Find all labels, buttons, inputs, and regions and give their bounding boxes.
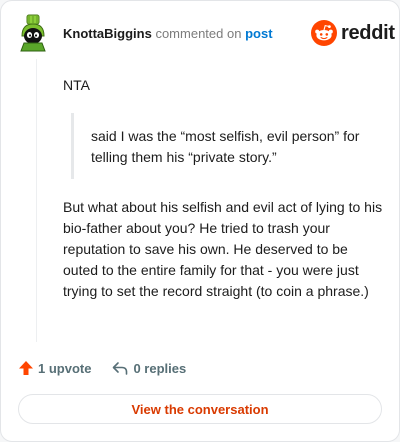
comment-body: But what about his selfish and evil act … bbox=[63, 199, 383, 299]
post-link[interactable]: post bbox=[245, 26, 272, 41]
replies-button[interactable]: 0 replies bbox=[111, 360, 186, 376]
reddit-wordmark: reddit bbox=[341, 22, 395, 44]
avatar[interactable] bbox=[18, 14, 48, 54]
thread-line bbox=[36, 59, 37, 342]
username-link[interactable]: KnottaBiggins bbox=[63, 26, 152, 41]
embedded-comment-card: KnottaBiggins commented on post reddit N… bbox=[0, 0, 400, 442]
upvote-arrow-icon bbox=[19, 361, 33, 375]
replies-count: 0 replies bbox=[133, 360, 187, 376]
blockquote-bar bbox=[71, 113, 74, 179]
comment-intro: NTA bbox=[63, 77, 90, 93]
marvin-martian-avatar-icon bbox=[20, 14, 46, 52]
upvote-count: 1 upvote bbox=[38, 360, 92, 376]
reddit-logo[interactable]: reddit bbox=[311, 20, 395, 46]
comment-header: KnottaBiggins commented on post bbox=[63, 26, 273, 42]
comment-actions: 1 upvote 0 replies bbox=[18, 360, 186, 376]
view-conversation-button[interactable]: View the conversation bbox=[18, 394, 382, 424]
blockquote-text: said I was the “most selfish, evil perso… bbox=[91, 128, 360, 165]
reply-arrow-icon bbox=[113, 362, 128, 375]
upvote-button[interactable]: 1 upvote bbox=[18, 360, 91, 376]
reddit-snoo-icon bbox=[311, 20, 337, 46]
header-action-text: commented on bbox=[155, 26, 242, 41]
